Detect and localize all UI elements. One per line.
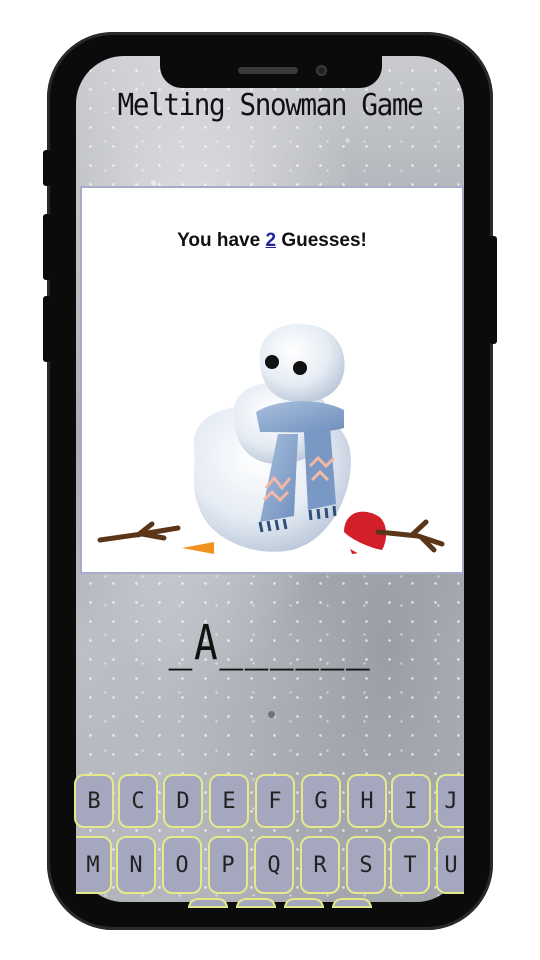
key-t[interactable]: T bbox=[390, 836, 430, 894]
key-d[interactable]: D bbox=[163, 774, 203, 828]
key-h[interactable]: H bbox=[347, 774, 387, 828]
carrot-nose bbox=[182, 542, 214, 554]
key-f[interactable]: F bbox=[255, 774, 295, 828]
key-i[interactable]: I bbox=[391, 774, 431, 828]
stick-arm-left bbox=[97, 521, 181, 543]
stick-arm-right bbox=[375, 519, 445, 553]
key-j[interactable]: J bbox=[436, 774, 464, 828]
page-indicator-dot bbox=[268, 711, 275, 718]
volume-up-button bbox=[43, 214, 51, 280]
key-u[interactable]: U bbox=[436, 836, 464, 894]
power-button bbox=[489, 236, 497, 344]
silent-switch bbox=[43, 150, 51, 186]
speaker-grille bbox=[238, 67, 298, 74]
key-p[interactable]: P bbox=[208, 836, 248, 894]
key-s[interactable]: S bbox=[346, 836, 386, 894]
key-b[interactable]: B bbox=[74, 774, 114, 828]
snowman-illustration bbox=[97, 323, 445, 570]
volume-down-button bbox=[43, 296, 51, 362]
key-q[interactable]: Q bbox=[254, 836, 294, 894]
key-r[interactable]: R bbox=[300, 836, 340, 894]
word-progress: _A______ bbox=[168, 615, 372, 671]
snowman-eye-right bbox=[293, 361, 307, 375]
key-o[interactable]: O bbox=[162, 836, 202, 894]
key-m[interactable]: M bbox=[76, 836, 112, 894]
front-camera bbox=[316, 65, 327, 76]
snowman-eye-left bbox=[265, 355, 279, 369]
key-g[interactable]: G bbox=[301, 774, 341, 828]
snowman-card: You have 2 Guesses! bbox=[80, 186, 464, 574]
key-n[interactable]: N bbox=[116, 836, 156, 894]
santa-hat-pompom bbox=[360, 558, 372, 570]
page-title: Melting Snowman Game bbox=[117, 88, 424, 123]
key-c[interactable]: C bbox=[118, 774, 158, 828]
key-e[interactable]: E bbox=[209, 774, 249, 828]
